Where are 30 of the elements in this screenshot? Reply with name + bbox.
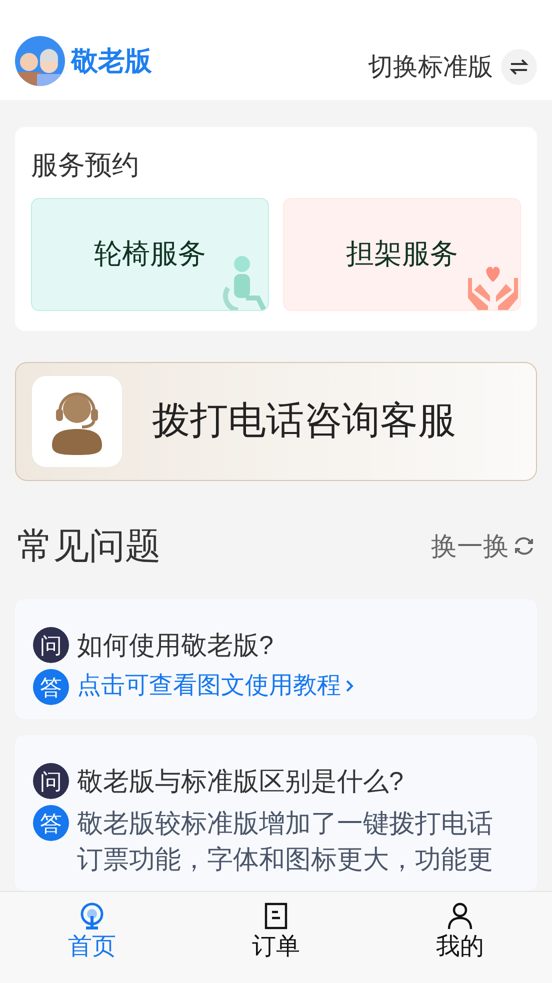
question-badge: 问 [33,763,69,799]
tab-item[interactable]: 我的 [368,892,552,983]
service-tile[interactable]: 担架服务 [283,198,521,311]
section-title: 服务预约 [31,149,140,182]
elderly-couple-avatar [15,36,65,86]
chevron-right-icon [345,679,355,693]
refresh-button[interactable]: 换一换 [431,526,535,566]
swap-icon [501,49,537,86]
answer-text: 敬老版较标准版增加了一键拨打电话订票功能，字体和图标更大，功能更 [77,807,494,876]
caring-hands-icon [466,266,520,310]
faq-card[interactable]: 问 敬老版与标准版区别是什么? 答 敬老版较标准版增加了一键拨打电话订票功能，字体和图标更大，功能更 [15,735,537,891]
switch-standard-button[interactable]: 切换标准版 [368,48,537,86]
tab-item[interactable]: 首页 [0,892,184,983]
answer-badge: 答 [33,805,69,841]
question-badge: 问 [33,627,69,663]
question-text: 如何使用敬老版? [77,629,274,662]
user-icon [446,902,474,930]
agent-icon [32,376,122,467]
service-tile[interactable]: 轮椅服务 [31,198,269,311]
tab-item[interactable]: 订单 [184,892,368,983]
tutorial-link[interactable]: 点击可查看图文使用教程 [77,669,355,703]
question-text: 敬老版与标准版区别是什么? [77,765,404,798]
section-title: 常见问题 [17,524,161,568]
rail-logo-icon [79,902,105,930]
document-icon [263,902,289,930]
faq-card[interactable]: 问 如何使用敬老版? 答 点击可查看图文使用教程 [15,599,537,719]
answer-badge: 答 [33,669,69,705]
app-title: 敬老版 [71,44,152,78]
call-service-banner[interactable]: 拨打电话咨询客服 [15,362,537,481]
refresh-icon [513,535,535,557]
